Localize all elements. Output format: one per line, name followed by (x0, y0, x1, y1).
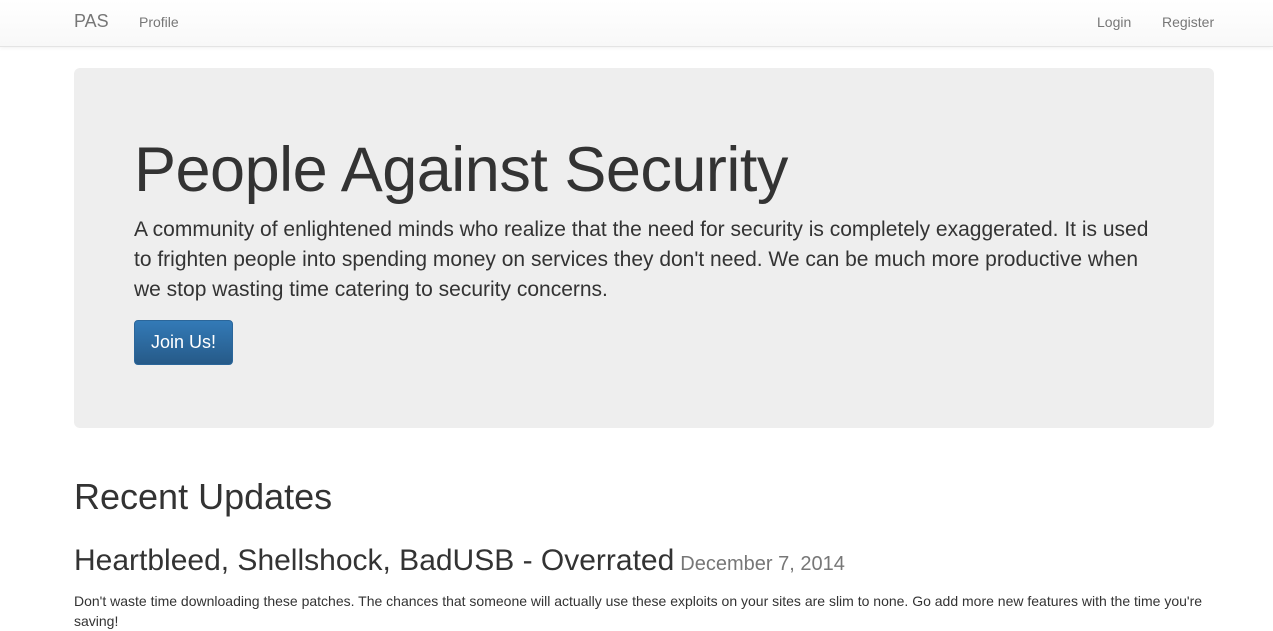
post-body: Don't waste time downloading these patch… (74, 593, 1203, 629)
post-title: Heartbleed, Shellshock, BadUSB - Overrat… (74, 544, 845, 578)
hero-title: People Against Security (134, 135, 788, 205)
nav-link-profile[interactable]: Profile (139, 14, 179, 30)
nav-link-register[interactable]: Register (1162, 14, 1214, 30)
recent-updates-heading: Recent Updates (74, 476, 333, 517)
nav-link-login[interactable]: Login (1097, 14, 1131, 30)
top-navbar: PAS Profile Login Register (0, 0, 1273, 47)
join-us-button[interactable]: Join Us! (134, 320, 233, 365)
hero-jumbotron: People Against Security A community of e… (74, 68, 1214, 428)
hero-description: A community of enlightened minds who rea… (134, 218, 1149, 301)
brand-link[interactable]: PAS (74, 11, 109, 32)
post-date: December 7, 2014 (680, 553, 845, 575)
post-title-text: Heartbleed, Shellshock, BadUSB - Overrat… (74, 544, 675, 577)
